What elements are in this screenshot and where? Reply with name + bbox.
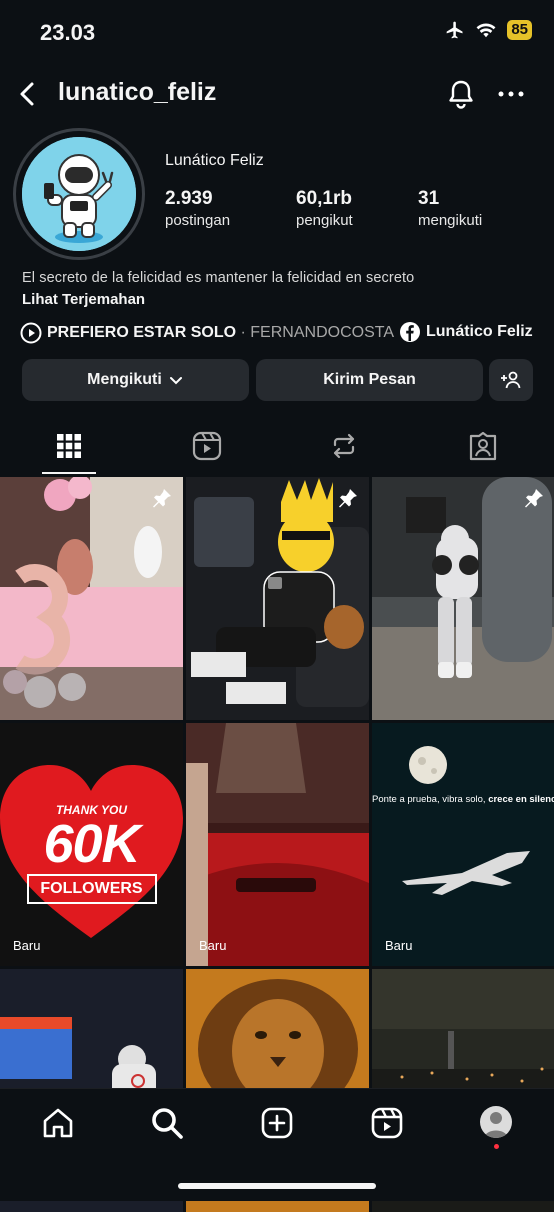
astronaut-avatar-image bbox=[22, 137, 136, 251]
reels-icon bbox=[192, 431, 222, 461]
status-time: 23.03 bbox=[40, 20, 96, 45]
post-text-60k: 60K bbox=[43, 814, 140, 874]
moon-airplane-image bbox=[372, 723, 554, 966]
play-circle-icon bbox=[20, 322, 42, 344]
facebook-profile-link[interactable]: Lunático Feliz bbox=[400, 322, 533, 342]
wifi-icon bbox=[476, 23, 496, 38]
add-person-icon bbox=[501, 371, 521, 389]
battery-indicator: 85 bbox=[507, 20, 532, 40]
avatar[interactable] bbox=[13, 128, 145, 260]
stat-label: mengikuti bbox=[418, 212, 483, 229]
tagged-person-icon bbox=[469, 431, 497, 461]
pin-icon bbox=[339, 489, 357, 508]
notification-dot bbox=[494, 1144, 499, 1149]
stat-value: 31 bbox=[418, 188, 440, 209]
search-icon[interactable] bbox=[150, 1106, 184, 1140]
pin-icon bbox=[525, 489, 543, 508]
facebook-link-label: Lunático Feliz bbox=[426, 323, 533, 340]
post-caption: Ponte a prueba, vibra solo, crece en sil… bbox=[372, 794, 554, 805]
reels-icon[interactable] bbox=[370, 1106, 404, 1140]
profile-music[interactable]: PREFIERO ESTAR SOLO · FERNANDOCOSTA bbox=[20, 322, 394, 344]
post-caption-bold: crece en silencio. bbox=[488, 794, 554, 805]
bell-icon[interactable] bbox=[446, 78, 476, 110]
chevron-down-icon bbox=[169, 377, 182, 385]
new-badge: Baru bbox=[199, 938, 227, 953]
followers-count[interactable]: 60,1rb pengikut bbox=[296, 188, 353, 229]
suggest-people-button[interactable] bbox=[489, 359, 533, 401]
message-button[interactable]: Kirim Pesan bbox=[256, 359, 483, 401]
party-photo bbox=[0, 477, 183, 720]
active-tab-indicator bbox=[42, 472, 96, 474]
stat-label: pengikut bbox=[296, 212, 353, 229]
following-button-label: Mengikuti bbox=[87, 371, 162, 388]
facebook-icon bbox=[400, 322, 420, 342]
home-indicator bbox=[178, 1183, 376, 1189]
new-badge: Baru bbox=[385, 938, 413, 953]
repost-icon bbox=[333, 433, 355, 459]
grid-post[interactable] bbox=[372, 477, 554, 720]
see-translation-link[interactable]: Lihat Terjemahan bbox=[22, 291, 145, 308]
grid-post[interactable]: Baru bbox=[186, 723, 369, 966]
tab-reels[interactable] bbox=[187, 428, 227, 464]
grid-post[interactable] bbox=[0, 477, 183, 720]
stat-label: postingan bbox=[165, 212, 231, 229]
music-artist: FERNANDOCOSTA bbox=[250, 324, 394, 341]
post-caption-normal: Ponte a prueba, vibra solo, bbox=[372, 794, 489, 805]
tab-reposts[interactable] bbox=[324, 428, 364, 464]
back-arrow-icon[interactable] bbox=[14, 78, 44, 110]
stat-value: 2.939 bbox=[165, 188, 213, 209]
post-text-followers: FOLLOWERS bbox=[40, 880, 143, 897]
profile-avatar-tab[interactable] bbox=[480, 1106, 512, 1138]
pin-icon bbox=[153, 489, 171, 508]
airplane-icon bbox=[446, 21, 463, 39]
following-button[interactable]: Mengikuti bbox=[22, 359, 249, 401]
grid-post[interactable]: THANK YOU 60K FOLLOWERS Baru bbox=[0, 723, 183, 966]
grid-icon bbox=[57, 434, 81, 458]
status-icons: 85 bbox=[445, 20, 532, 40]
message-button-label: Kirim Pesan bbox=[323, 371, 416, 388]
cartoon-car-illustration bbox=[186, 477, 369, 720]
tab-posts-grid[interactable] bbox=[49, 428, 89, 464]
music-separator: · bbox=[236, 324, 251, 341]
grid-post[interactable]: Ponte a prueba, vibra solo, crece en sil… bbox=[372, 723, 554, 966]
boxing-kid-photo bbox=[372, 477, 554, 720]
user-silhouette-icon bbox=[484, 1112, 508, 1138]
home-icon[interactable] bbox=[41, 1106, 75, 1140]
stat-value: 60,1rb bbox=[296, 188, 352, 209]
new-badge: Baru bbox=[13, 938, 41, 953]
grid-post[interactable] bbox=[186, 477, 369, 720]
red-car-photo bbox=[186, 723, 369, 966]
profile-username: lunatico_feliz bbox=[58, 78, 217, 106]
create-post-icon[interactable] bbox=[260, 1106, 294, 1140]
tab-tagged[interactable] bbox=[463, 428, 503, 464]
more-options-icon[interactable] bbox=[496, 82, 526, 106]
music-title: PREFIERO ESTAR SOLO bbox=[47, 324, 237, 341]
profile-display-name: Lunático Feliz bbox=[165, 152, 264, 169]
profile-bio: El secreto de la felicidad es mantener l… bbox=[22, 270, 415, 286]
posts-count: 2.939 postingan bbox=[165, 188, 230, 229]
following-count[interactable]: 31 mengikuti bbox=[418, 188, 482, 229]
